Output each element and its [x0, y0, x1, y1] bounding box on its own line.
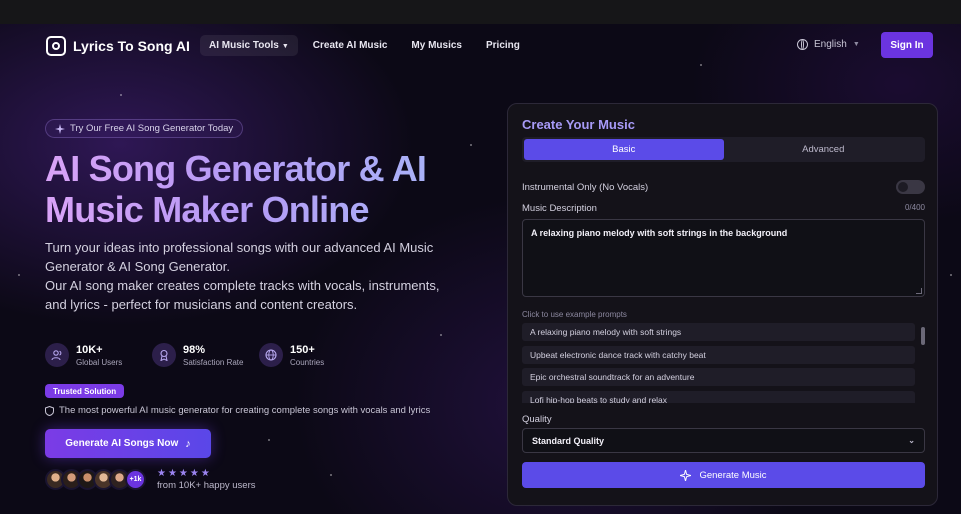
example-prompt[interactable]: Upbeat electronic dance track with catch… — [522, 345, 915, 364]
music-note-icon: ♪ — [185, 437, 191, 450]
award-icon — [152, 343, 176, 367]
panel-title: Create Your Music — [522, 117, 635, 132]
star-decoration — [268, 439, 270, 441]
star-decoration — [330, 474, 332, 476]
examples-hint: Click to use example prompts — [522, 310, 627, 319]
hero-title: AI Song Generator & AI Music Maker Onlin… — [45, 148, 465, 230]
logo-text: Lyrics To Song AI — [73, 38, 190, 54]
promo-badge-text: Try Our Free AI Song Generator Today — [70, 123, 234, 134]
stat-global-users: 10K+ Global Users — [45, 343, 140, 367]
example-prompt[interactable]: A relaxing piano melody with soft string… — [522, 323, 915, 341]
hero-description: Turn your ideas into professional songs … — [45, 238, 445, 314]
quality-value: Standard Quality — [532, 435, 605, 446]
star-decoration — [950, 274, 952, 276]
generate-songs-label: Generate AI Songs Now — [65, 438, 179, 449]
quality-label: Quality — [522, 414, 552, 425]
generate-music-button[interactable]: Generate Music — [522, 462, 925, 488]
chevron-down-icon: ⌄ — [908, 436, 915, 445]
user-avatars: +1k — [45, 469, 146, 490]
hero-title-line1: AI Song Generator & AI — [45, 148, 427, 189]
example-prompt[interactable]: Lofi hip-hop beats to study and relax — [522, 390, 915, 403]
shield-icon — [45, 405, 54, 416]
nav-pricing[interactable]: Pricing — [477, 35, 529, 56]
chevron-down-icon: ▼ — [852, 41, 860, 48]
happy-users-text: from 10K+ happy users — [157, 480, 256, 491]
globe-icon — [259, 343, 283, 367]
nav-my-musics[interactable]: My Musics — [402, 35, 471, 56]
logo[interactable]: Lyrics To Song AI — [46, 36, 190, 56]
stat-value: 10K+ — [76, 343, 103, 356]
create-music-panel: Create Your Music Basic Advanced Instrum… — [507, 103, 938, 506]
language-selector[interactable]: English ▼ — [797, 39, 860, 50]
users-icon — [45, 343, 69, 367]
globe-icon — [797, 39, 808, 50]
logo-icon — [46, 36, 66, 56]
quality-select[interactable]: Standard Quality ⌄ — [522, 428, 925, 453]
rating-stars: ★★★★★ — [157, 468, 212, 479]
stat-countries: 150+ Countries — [259, 343, 354, 367]
star-decoration — [470, 144, 472, 146]
star-decoration — [440, 334, 442, 336]
star-decoration — [120, 94, 122, 96]
instrumental-label: Instrumental Only (No Vocals) — [522, 181, 649, 193]
sign-in-button[interactable]: Sign In — [881, 32, 933, 58]
tab-advanced[interactable]: Advanced — [724, 139, 924, 160]
hero-description-line2: Our AI song maker creates complete track… — [45, 278, 440, 312]
stats-row: 10K+ Global Users 98% Satisfaction Rate 15… — [45, 343, 354, 367]
stat-value: 150+ — [290, 343, 315, 356]
sparkle-icon — [680, 469, 692, 481]
hero-description-line1: Turn your ideas into professional songs … — [45, 240, 434, 274]
generate-music-label: Generate Music — [699, 469, 767, 481]
music-description-input[interactable]: A relaxing piano melody with soft string… — [522, 219, 925, 297]
top-nav: Lyrics To Song AI AI Music Tools ▼ Create… — [0, 24, 961, 68]
mode-tabs: Basic Advanced — [522, 137, 925, 162]
browser-top-strip — [0, 0, 961, 24]
trusted-badge: Trusted Solution — [45, 384, 125, 398]
sparkle-icon — [55, 123, 65, 134]
generate-songs-button[interactable]: Generate AI Songs Now ♪ — [45, 429, 211, 458]
instrumental-toggle[interactable] — [896, 180, 925, 194]
description-header: Music Description 0/400 — [522, 203, 925, 214]
promo-badge: Try Our Free AI Song Generator Today — [45, 119, 244, 138]
tagline: The most powerful AI music generator for… — [45, 405, 430, 416]
tab-basic[interactable]: Basic — [524, 139, 724, 160]
nav-ai-music-tools[interactable]: AI Music Tools ▼ — [200, 35, 298, 56]
description-label: Music Description — [522, 203, 597, 214]
example-prompt[interactable]: Epic orchestral soundtrack for an advent… — [522, 368, 915, 386]
stat-label: Global Users — [76, 357, 123, 367]
examples-scrollbar[interactable] — [921, 327, 925, 345]
example-prompts-list: A relaxing piano melody with soft string… — [522, 323, 925, 403]
language-label: English — [814, 39, 847, 50]
stat-label: Countries — [290, 357, 325, 367]
tagline-text: The most powerful AI music generator for… — [59, 405, 431, 416]
hero-title-line2: Music Maker Online — [45, 189, 369, 230]
resize-handle-icon[interactable] — [916, 288, 922, 294]
chevron-down-icon: ▼ — [281, 43, 289, 50]
instrumental-row: Instrumental Only (No Vocals) — [522, 180, 925, 194]
char-count: 0/400 — [904, 203, 925, 212]
nav-create-ai-music[interactable]: Create AI Music — [304, 35, 397, 56]
stat-value: 98% — [183, 343, 206, 356]
stat-label: Satisfaction Rate — [183, 357, 244, 367]
avatar-more-count: +1k — [125, 469, 146, 490]
page: Lyrics To Song AI AI Music Tools ▼ Create… — [0, 24, 961, 514]
nav-links: AI Music Tools ▼ Create AI Music My Music… — [200, 35, 529, 56]
nav-ai-music-tools-label: AI Music Tools — [209, 40, 279, 51]
star-decoration — [18, 274, 20, 276]
music-description-value: A relaxing piano melody with soft string… — [531, 228, 788, 238]
stat-satisfaction: 98% Satisfaction Rate — [152, 343, 247, 367]
